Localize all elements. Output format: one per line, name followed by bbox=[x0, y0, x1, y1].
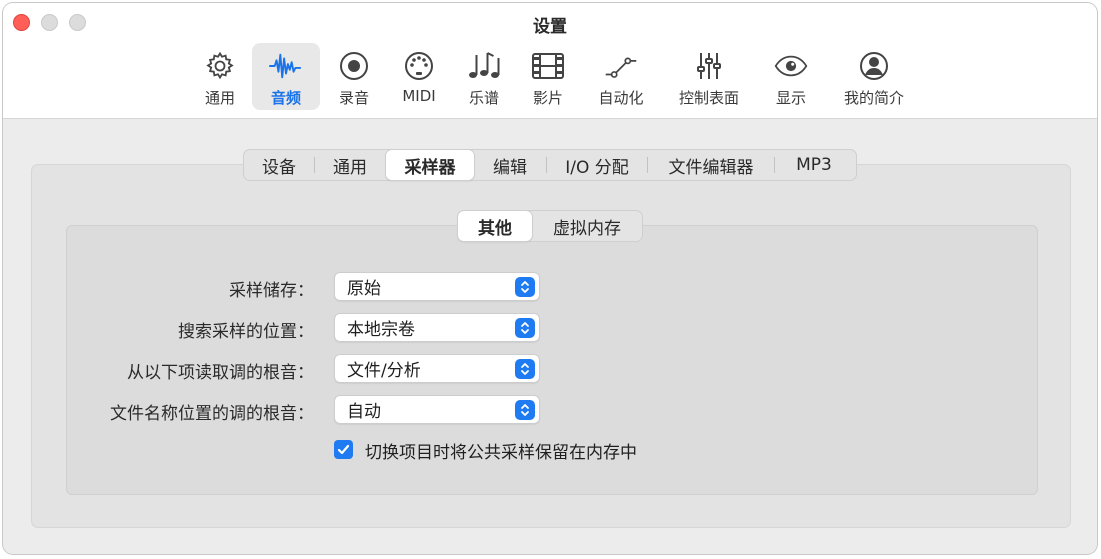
toolbar-item-automation[interactable]: 自动化 bbox=[588, 43, 654, 110]
toolbar-item-my-info[interactable]: 我的简介 bbox=[835, 43, 913, 110]
sample-storage-label: 采样储存： bbox=[229, 281, 314, 301]
search-samples-value: 本地宗卷 bbox=[347, 320, 415, 340]
subtab-other[interactable]: 其他 bbox=[458, 211, 532, 241]
gear-icon bbox=[203, 49, 237, 83]
subtab-virtual-memory[interactable]: 虚拟内存 bbox=[532, 211, 642, 241]
sample-storage-value: 原始 bbox=[347, 279, 381, 299]
sample-storage-popup[interactable]: 原始 bbox=[334, 272, 540, 301]
keep-samples-checkbox[interactable] bbox=[334, 440, 353, 459]
toolbar-label-display: 显示 bbox=[775, 89, 806, 107]
toolbar-item-record[interactable]: 录音 bbox=[326, 43, 382, 110]
search-samples-popup[interactable]: 本地宗卷 bbox=[334, 313, 540, 342]
toolbar-label-score: 乐谱 bbox=[468, 89, 499, 107]
toolbar-label-movie: 影片 bbox=[532, 89, 563, 107]
tab-io-assignments[interactable]: I/O 分配 bbox=[547, 150, 647, 180]
tab-devices[interactable]: 设备 bbox=[244, 150, 314, 180]
toolbar-label-record: 录音 bbox=[338, 89, 369, 107]
tab-file-editor[interactable]: 文件编辑器 bbox=[648, 150, 774, 180]
eye-icon bbox=[774, 49, 808, 83]
window-title: 设置 bbox=[533, 17, 567, 37]
filename-root-key-popup[interactable]: 自动 bbox=[334, 395, 540, 424]
tab-sampler[interactable]: 采样器 bbox=[386, 150, 474, 180]
read-root-key-value: 文件/分析 bbox=[347, 361, 421, 381]
search-samples-label: 搜索采样的位置： bbox=[178, 322, 314, 342]
toolbar-item-score[interactable]: 乐谱 bbox=[456, 43, 512, 110]
settings-window: 设置 通用 音频 录音 MIDI 乐谱 影片 自动化 控制表面 显示 我的简介 … bbox=[2, 2, 1098, 555]
midi-connector-icon bbox=[402, 49, 436, 83]
toolbar-label-midi: MIDI bbox=[402, 87, 436, 105]
titlebar: 设置 通用 音频 录音 MIDI 乐谱 影片 自动化 控制表面 显示 我的简介 bbox=[3, 3, 1097, 119]
popup-chevron-icon bbox=[515, 277, 535, 297]
toolbar-label-control-surfaces: 控制表面 bbox=[678, 89, 739, 107]
toolbar-item-display[interactable]: 显示 bbox=[763, 43, 819, 110]
tab-general[interactable]: 通用 bbox=[315, 150, 385, 180]
audio-tabs: 设备 通用 采样器 编辑 I/O 分配 文件编辑器 MP3 bbox=[243, 149, 857, 181]
tab-mp3[interactable]: MP3 bbox=[775, 150, 853, 180]
toolbar-item-audio[interactable]: 音频 bbox=[252, 43, 320, 110]
person-circle-icon bbox=[857, 49, 891, 83]
film-icon bbox=[531, 49, 565, 83]
checkmark-icon bbox=[337, 444, 350, 455]
toolbar-item-control-surfaces[interactable]: 控制表面 bbox=[669, 43, 749, 110]
keep-samples-label[interactable]: 切换项目时将公共采样保留在内存中 bbox=[365, 438, 637, 463]
toolbar-item-movie[interactable]: 影片 bbox=[520, 43, 576, 110]
tab-editing[interactable]: 编辑 bbox=[474, 150, 546, 180]
read-root-key-popup[interactable]: 文件/分析 bbox=[334, 354, 540, 383]
toolbar-label-automation: 自动化 bbox=[598, 89, 644, 107]
toolbar-label-audio: 音频 bbox=[270, 89, 301, 107]
toolbar-item-general[interactable]: 通用 bbox=[189, 43, 251, 110]
popup-chevron-icon bbox=[515, 318, 535, 338]
filename-root-key-value: 自动 bbox=[347, 402, 381, 422]
filename-root-key-label: 文件名称位置的调的根音： bbox=[110, 404, 314, 424]
toolbar-item-midi[interactable]: MIDI bbox=[389, 43, 449, 110]
toolbar-label-my-info: 我的简介 bbox=[843, 89, 904, 107]
popup-chevron-icon bbox=[515, 359, 535, 379]
toolbar-label-general: 通用 bbox=[204, 89, 235, 107]
automation-curve-icon bbox=[604, 49, 638, 83]
read-root-key-label: 从以下项读取调的根音： bbox=[127, 363, 314, 383]
sampler-subtabs: 其他 虚拟内存 bbox=[457, 210, 643, 242]
waveform-icon bbox=[269, 49, 303, 83]
popup-chevron-icon bbox=[515, 400, 535, 420]
record-icon bbox=[337, 49, 371, 83]
sliders-icon bbox=[692, 49, 726, 83]
music-notes-icon bbox=[467, 49, 501, 83]
